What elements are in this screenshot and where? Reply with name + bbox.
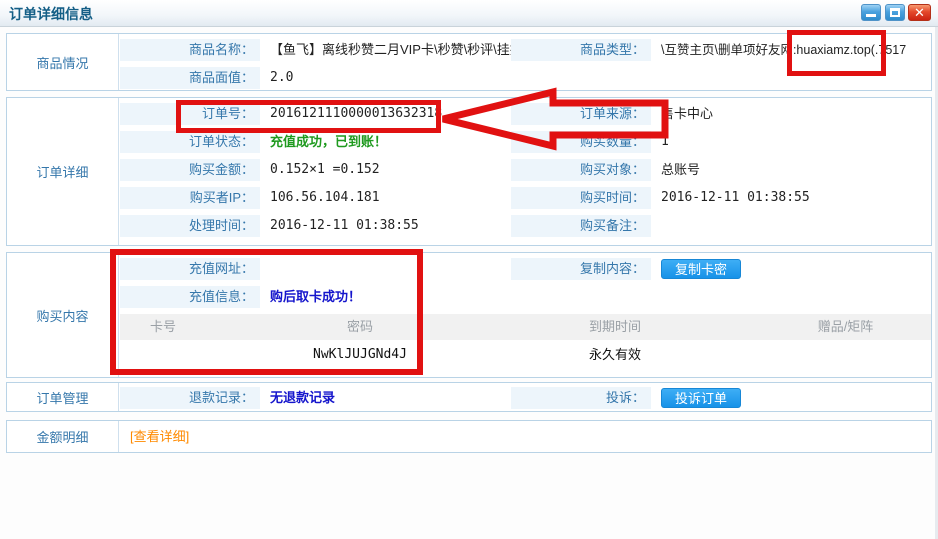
order-row-3: 购买金额： 0.152×1 =0.152 购买对象： 总账号 (120, 159, 931, 181)
product-name-label: 商品名称： (120, 39, 260, 61)
order-row-1: 订单号： 2016121110000013632318 订单来源： 售卡中心 (120, 103, 931, 125)
buy-count-value: 1 (651, 131, 931, 153)
card-no-cell (120, 340, 250, 370)
col-card-no: 卡号 (120, 314, 250, 340)
buy-count-label: 购买数量： (511, 131, 651, 153)
order-no-value: 2016121110000013632318 (260, 103, 511, 125)
complain-order-button[interactable]: 投诉订单 (661, 388, 741, 408)
recharge-url-label: 充值网址： (120, 258, 260, 280)
password-cell: NwKlJUJGNd4J (250, 340, 470, 370)
card-table: 卡号 密码 到期时间 赠品/矩阵 NwKlJUJGNd4J 永久有效 (120, 314, 931, 370)
refund-label: 退款记录： (120, 387, 260, 409)
buy-remark-value (651, 215, 931, 237)
product-type-value: \互赞主页\删单项好友网:huaxiamz.top(.7517 (651, 39, 931, 61)
card-table-header: 卡号 密码 到期时间 赠品/矩阵 (120, 314, 931, 340)
section-content-title: 购买内容 (7, 253, 119, 377)
buy-amount-label: 购买金额： (120, 159, 260, 181)
order-no-label: 订单号： (120, 103, 260, 125)
order-source-label: 订单来源： (511, 103, 651, 125)
window-titlebar: 订单详细信息 ✕ (0, 0, 938, 27)
close-button[interactable]: ✕ (908, 4, 931, 21)
section-order: 订单详细 订单号： 2016121110000013632318 订单来源： 售… (6, 97, 932, 246)
col-password: 密码 (250, 314, 470, 340)
section-content: 购买内容 充值网址： 复制内容： 复制卡密 充值信息： 购后取卡成功！ 卡号 密… (6, 252, 932, 378)
order-status-label: 订单状态： (120, 131, 260, 153)
recharge-info-label: 充值信息： (120, 286, 260, 308)
product-face-value: 2.0 (260, 67, 511, 89)
buy-target-value: 总账号 (651, 159, 931, 181)
view-detail-link[interactable]: [查看详细] (130, 421, 189, 452)
col-expire: 到期时间 (470, 314, 760, 340)
gift-cell (760, 340, 931, 370)
copy-content-label: 复制内容： (511, 258, 651, 280)
order-source-value: 售卡中心 (651, 103, 931, 125)
section-product: 商品情况 商品名称： 【鱼飞】离线秒赞二月VIP卡\秒赞\秒评\挂挂 商品类型：… (6, 33, 932, 91)
order-row-4: 购买者IP： 106.56.104.181 购买时间： 2016-12-11 0… (120, 187, 931, 209)
buy-time-value: 2016-12-11 01:38:55 (651, 187, 931, 209)
col-gift: 赠品/矩阵 (760, 314, 931, 340)
buyer-ip-value: 106.56.104.181 (260, 187, 511, 209)
buyer-ip-label: 购买者IP： (120, 187, 260, 209)
recharge-url-value (260, 258, 511, 280)
maximize-button[interactable] (885, 4, 905, 21)
buy-remark-label: 购买备注： (511, 215, 651, 237)
copy-card-button[interactable]: 复制卡密 (661, 259, 741, 279)
recharge-info-value: 购后取卡成功！ (260, 286, 511, 308)
section-manage: 订单管理 退款记录： 无退款记录 投诉： 投诉订单 (6, 382, 932, 412)
product-row-1: 商品名称： 【鱼飞】离线秒赞二月VIP卡\秒赞\秒评\挂挂 商品类型： \互赞主… (120, 39, 931, 61)
product-face-label: 商品面值： (120, 67, 260, 89)
section-order-title: 订单详细 (7, 98, 119, 245)
product-name-value: 【鱼飞】离线秒赞二月VIP卡\秒赞\秒评\挂挂 (260, 39, 511, 61)
process-time-value: 2016-12-11 01:38:55 (260, 215, 511, 237)
buy-target-label: 购买对象： (511, 159, 651, 181)
order-row-5: 处理时间： 2016-12-11 01:38:55 购买备注： (120, 215, 931, 237)
product-type-label: 商品类型： (511, 39, 651, 61)
buy-amount-value: 0.152×1 =0.152 (260, 159, 511, 181)
buy-time-label: 购买时间： (511, 187, 651, 209)
section-amount: 金额明细 [查看详细] (6, 420, 932, 453)
section-amount-title: 金额明细 (7, 421, 119, 452)
expire-cell: 永久有效 (470, 340, 760, 370)
content-row-2: 充值信息： 购后取卡成功！ (120, 286, 931, 308)
product-row-2: 商品面值： 2.0 (120, 67, 931, 89)
section-product-title: 商品情况 (7, 34, 119, 90)
window-title: 订单详细信息 (9, 4, 93, 24)
section-manage-title: 订单管理 (7, 383, 119, 411)
maximize-icon (890, 8, 900, 17)
close-icon: ✕ (909, 5, 930, 20)
content-row-1: 充值网址： 复制内容： 复制卡密 (120, 258, 931, 280)
manage-row: 退款记录： 无退款记录 投诉： 投诉订单 (120, 387, 931, 409)
minimize-icon (866, 14, 876, 17)
order-status-value: 充值成功，已到账！ (260, 131, 511, 153)
card-table-row: NwKlJUJGNd4J 永久有效 (120, 340, 931, 370)
order-row-2: 订单状态： 充值成功，已到账！ 购买数量： 1 (120, 131, 931, 153)
process-time-label: 处理时间： (120, 215, 260, 237)
refund-value: 无退款记录 (260, 387, 511, 409)
minimize-button[interactable] (861, 4, 881, 21)
complaint-label: 投诉： (511, 387, 651, 409)
